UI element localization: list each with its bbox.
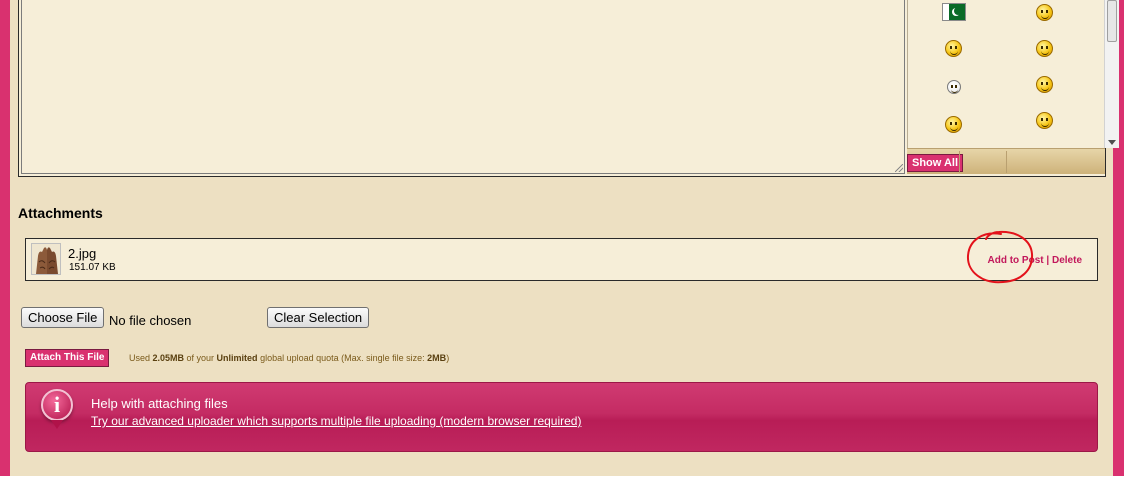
page-content: Show All Attachments 2.jpg 151.07 KB Add… xyxy=(10,0,1119,476)
pale-smile-smilie-icon[interactable] xyxy=(908,69,999,105)
add-to-post-link[interactable]: Add to Post xyxy=(988,255,1044,266)
clear-selection-button[interactable]: Clear Selection xyxy=(267,307,370,328)
scroll-down-arrow-icon[interactable] xyxy=(1108,140,1116,145)
skull-crossbones-smilie-icon[interactable] xyxy=(999,0,1090,30)
smilie-footer: Show All xyxy=(907,148,1105,174)
attachment-file-size: 151.07 KB xyxy=(69,262,116,273)
pakistan-flag-icon[interactable] xyxy=(908,0,999,30)
footer-divider xyxy=(959,151,960,173)
resize-grip-icon[interactable] xyxy=(895,164,903,172)
scrollbar-thumb[interactable] xyxy=(1107,0,1117,42)
attachment-actions: Add to Post | Delete xyxy=(988,255,1083,266)
footer-divider xyxy=(1006,151,1007,173)
help-banner: i Help with attaching files Try our adva… xyxy=(25,382,1098,452)
message-editor: Show All xyxy=(18,0,1119,177)
upload-quota-text: Used 2.05MB of your Unlimited global upl… xyxy=(129,353,449,363)
quota-limit: Unlimited xyxy=(216,353,258,363)
choose-file-button[interactable]: Choose File xyxy=(21,307,105,328)
advanced-uploader-link[interactable]: Try our advanced uploader which supports… xyxy=(91,414,581,428)
action-separator: | xyxy=(1046,255,1050,266)
info-icon-tail xyxy=(51,420,63,429)
no-file-chosen-text: No file chosen xyxy=(109,313,192,328)
attach-this-file-button[interactable]: Attach This File xyxy=(25,349,110,367)
quota-used: 2.05MB xyxy=(152,353,185,363)
smilie-face-icon xyxy=(1036,75,1053,93)
worried-smilie-icon[interactable] xyxy=(999,102,1090,138)
hammer-smilie-icon[interactable] xyxy=(908,106,999,142)
help-title: Help with attaching files xyxy=(91,396,228,411)
attachment-row: 2.jpg 151.07 KB Add to Post | Delete xyxy=(25,238,1098,281)
smilie-face-icon xyxy=(1036,111,1053,129)
delete-link[interactable]: Delete xyxy=(1052,255,1082,266)
henna-hands-thumbnail xyxy=(32,244,60,274)
thumbs-up-smilie-icon[interactable] xyxy=(908,30,999,66)
info-icon: i xyxy=(41,389,73,421)
quota-prefix: Used xyxy=(129,353,153,363)
image-thumbnail-icon[interactable] xyxy=(31,243,61,275)
surprised-smilie-icon[interactable] xyxy=(999,30,1090,66)
attachment-file-name: 2.jpg xyxy=(68,246,97,261)
show-all-button[interactable]: Show All xyxy=(907,154,964,172)
smilie-face-icon xyxy=(1036,3,1053,21)
smilie-face-icon xyxy=(1036,39,1053,57)
quota-suffix: ) xyxy=(446,353,450,363)
smilie-scrollbar[interactable] xyxy=(1104,0,1119,148)
smilie-panel xyxy=(907,0,1105,148)
confused-smilie-icon[interactable] xyxy=(999,66,1090,102)
message-textarea[interactable] xyxy=(21,0,905,174)
quota-middle: global upload quota (Max. single file si… xyxy=(257,353,428,363)
cut-off-heading xyxy=(18,472,58,476)
flag-icon xyxy=(942,4,965,20)
smilie-face-icon xyxy=(945,115,962,133)
smilie-face-icon xyxy=(945,39,962,57)
quota-max-size: 2MB xyxy=(427,353,447,363)
attachments-heading: Attachments xyxy=(18,205,103,221)
smilie-face-icon xyxy=(946,80,961,94)
quota-middle: of your xyxy=(184,353,217,363)
